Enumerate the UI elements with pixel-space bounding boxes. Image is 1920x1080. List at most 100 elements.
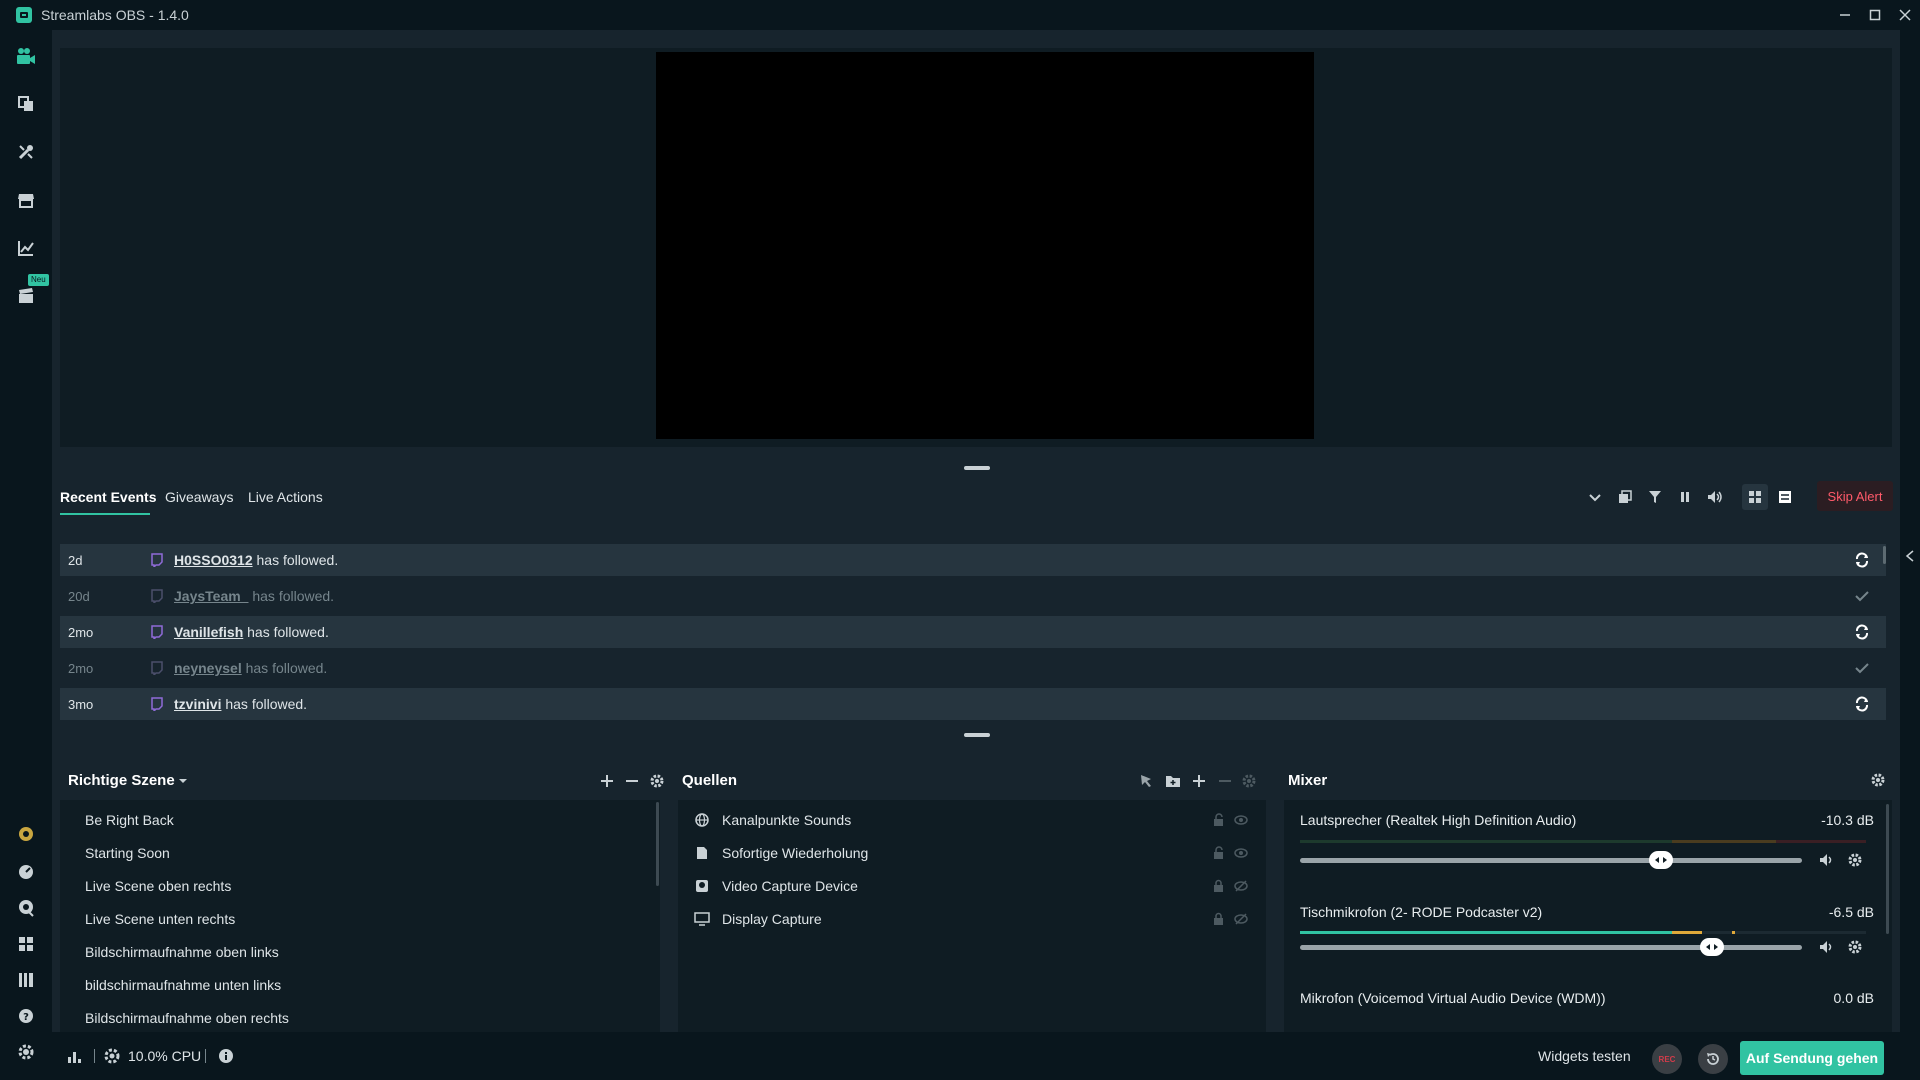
remove-source-icon[interactable] (1214, 770, 1236, 792)
lock-icon[interactable] (1212, 879, 1226, 893)
source-selection-icon[interactable] (1136, 770, 1158, 792)
maximize-button[interactable] (1860, 0, 1890, 30)
add-source-icon[interactable] (1188, 770, 1210, 792)
event-row: 2mo neyneysel has followed. (60, 652, 1886, 684)
popout-window-icon[interactable] (1612, 484, 1638, 510)
event-username[interactable]: neyneysel (174, 660, 242, 676)
replay-buffer-button[interactable] (1698, 1044, 1728, 1074)
event-username[interactable]: tzvinivi (174, 696, 221, 712)
stream-preview[interactable] (656, 52, 1314, 439)
event-row: 2mo Vanillefish has followed. (60, 616, 1886, 648)
store-icon[interactable] (14, 188, 38, 212)
left-navigation: Neu ? (0, 30, 52, 1080)
repeat-alert-icon[interactable] (1852, 694, 1872, 714)
source-item[interactable]: Sofortige Wiederholung (692, 843, 868, 863)
scene-item[interactable]: Live Scene unten rechts (85, 911, 235, 927)
source-name: Kanalpunkte Sounds (722, 812, 852, 828)
source-name: Display Capture (722, 911, 822, 927)
lock-icon[interactable] (1212, 912, 1226, 926)
hidden-eye-icon[interactable] (1234, 912, 1248, 926)
source-item[interactable]: Kanalpunkte Sounds (692, 810, 851, 830)
mixer-scrollbar[interactable] (1886, 804, 1889, 934)
scene-item[interactable]: Be Right Back (85, 812, 174, 828)
scene-item[interactable]: Live Scene oben rechts (85, 878, 231, 894)
scene-item[interactable]: Bildschirmaufnahme oben links (85, 944, 279, 960)
minimize-button[interactable] (1830, 0, 1860, 30)
panel-resize-handle[interactable] (964, 733, 990, 737)
scene-item[interactable]: Starting Soon (85, 845, 170, 861)
add-folder-icon[interactable] (1162, 770, 1184, 792)
checkmark-icon[interactable] (1852, 586, 1872, 606)
repeat-alert-icon[interactable] (1852, 550, 1872, 570)
visibility-eye-icon[interactable] (1234, 813, 1248, 827)
record-button[interactable]: REC (1652, 1044, 1682, 1074)
source-item[interactable]: Display Capture (692, 909, 822, 929)
unlock-icon[interactable] (1212, 846, 1226, 860)
source-item[interactable]: Video Capture Device (692, 876, 858, 896)
source-settings-gear-icon[interactable] (1238, 770, 1260, 792)
volume-slider[interactable] (1300, 851, 1802, 869)
events-scrollbar[interactable] (1883, 546, 1886, 564)
volume-icon[interactable] (1702, 484, 1728, 510)
help-icon[interactable]: ? (14, 1004, 38, 1028)
tab-giveaways[interactable]: Giveaways (165, 489, 233, 505)
scene-item[interactable]: Bildschirmaufnahme oben rechts (85, 1010, 289, 1026)
audio-channel-db: -6.5 dB (1828, 904, 1874, 920)
dashboard-icon[interactable] (14, 860, 38, 884)
chevron-left-icon[interactable] (1900, 546, 1920, 566)
volume-slider-knob[interactable] (1649, 851, 1674, 869)
scene-collection-title[interactable]: Richtige Szene (68, 772, 175, 789)
skip-alert-button[interactable]: Skip Alert (1817, 481, 1893, 511)
filter-icon[interactable] (1642, 484, 1668, 510)
hidden-eye-icon[interactable] (1234, 879, 1248, 893)
channel-settings-gear-icon[interactable] (1845, 937, 1865, 957)
checkmark-icon[interactable] (1852, 658, 1872, 678)
scene-list-scrollbar[interactable] (656, 802, 659, 886)
event-username[interactable]: H0SSO0312 (174, 552, 253, 568)
mixer-settings-gear-icon[interactable] (1867, 769, 1889, 791)
pause-icon[interactable] (1672, 484, 1698, 510)
event-username[interactable]: JaysTeam_ (174, 588, 248, 604)
footer-separator (94, 1049, 95, 1063)
speaker-icon[interactable] (1817, 937, 1837, 957)
chevron-down-icon[interactable] (172, 770, 194, 792)
prime-icon[interactable] (14, 822, 38, 846)
audio-channel-name: Tischmikrofon (2- RODE Podcaster v2) (1300, 904, 1543, 920)
unlock-icon[interactable] (1212, 813, 1226, 827)
tools-icon[interactable] (14, 140, 38, 164)
scene-item[interactable]: bildschirmaufnahme unten links (85, 977, 281, 993)
info-icon[interactable] (218, 1048, 234, 1064)
event-row: 20d JaysTeam_ has followed. (60, 580, 1886, 612)
tab-recent-events[interactable]: Recent Events (60, 489, 156, 505)
event-time: 2mo (68, 624, 94, 640)
audio-channel-name: Mikrofon (Voicemod Virtual Audio Device … (1300, 990, 1606, 1006)
highlighter-clapper-icon[interactable] (14, 284, 38, 308)
chevron-down-icon[interactable] (1582, 484, 1608, 510)
repeat-alert-icon[interactable] (1852, 622, 1872, 642)
add-scene-icon[interactable] (596, 770, 618, 792)
channel-settings-gear-icon[interactable] (1845, 850, 1865, 870)
widgets-test-button[interactable]: Widgets testen (1538, 1048, 1631, 1064)
streamlabs-logo-icon (16, 7, 32, 23)
visibility-eye-icon[interactable] (1234, 846, 1248, 860)
scene-settings-gear-icon[interactable] (646, 770, 668, 792)
performance-bar-chart-icon[interactable] (67, 1048, 83, 1064)
close-button[interactable] (1890, 0, 1920, 30)
themes-icon[interactable] (14, 92, 38, 116)
volume-slider[interactable] (1300, 938, 1802, 956)
speaker-icon[interactable] (1817, 850, 1837, 870)
editor-camera-icon[interactable] (14, 44, 38, 68)
cloudbot-chat-icon[interactable] (14, 896, 38, 920)
studio-mode-icon[interactable] (14, 968, 38, 992)
list-view-icon[interactable] (1772, 484, 1798, 510)
layout-grid-icon[interactable] (14, 932, 38, 956)
go-live-button[interactable]: Auf Sendung gehen (1740, 1041, 1884, 1075)
event-username[interactable]: Vanillefish (174, 624, 243, 640)
grid-view-icon[interactable] (1742, 484, 1768, 510)
settings-gear-icon[interactable] (14, 1040, 38, 1064)
event-time: 2d (68, 552, 83, 568)
volume-slider-knob[interactable] (1699, 938, 1724, 956)
tab-live-actions[interactable]: Live Actions (248, 489, 323, 505)
analytics-chart-icon[interactable] (14, 236, 38, 260)
remove-scene-icon[interactable] (621, 770, 643, 792)
